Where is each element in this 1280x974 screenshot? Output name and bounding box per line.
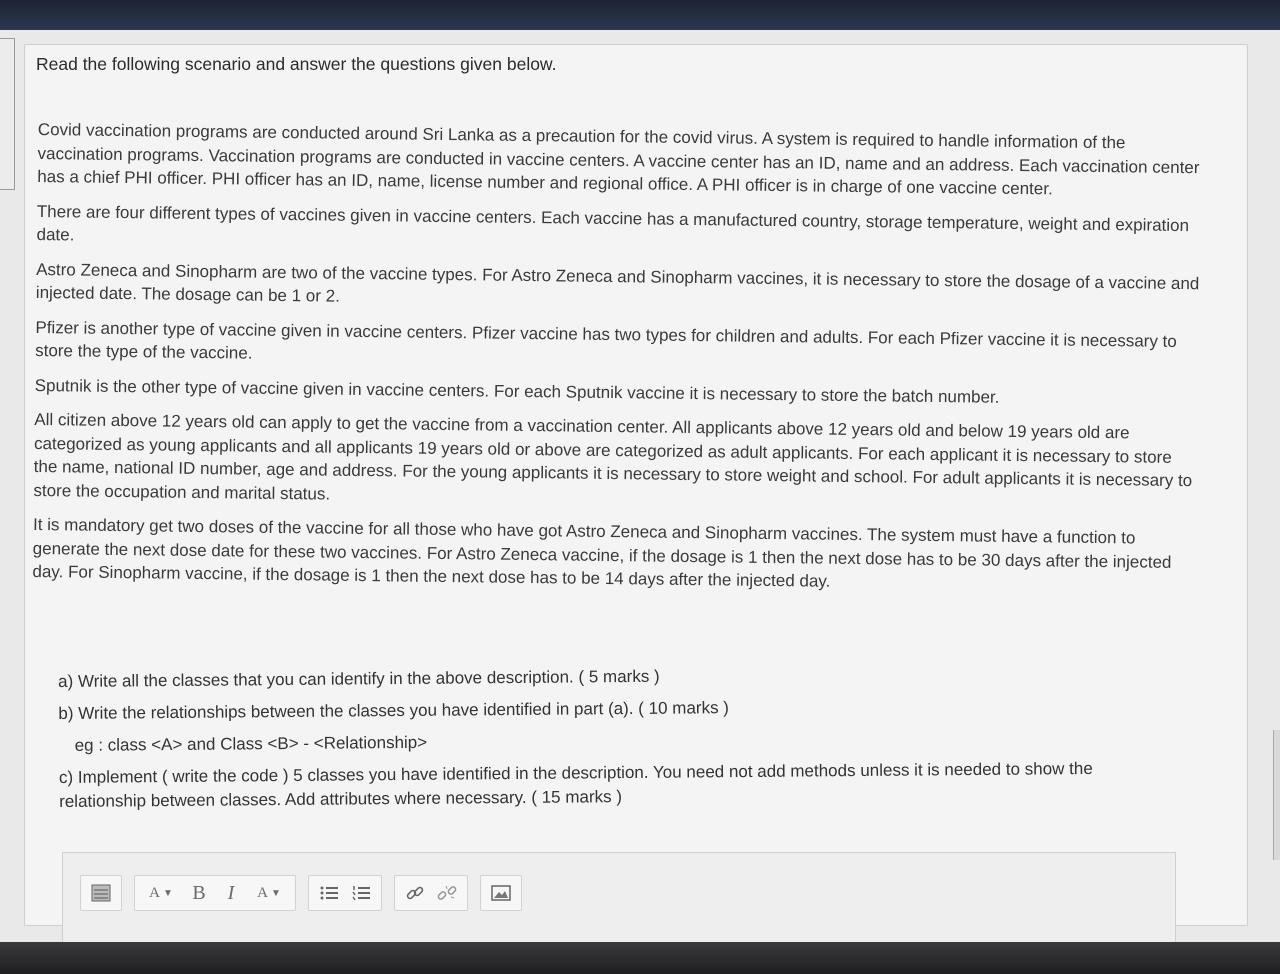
scenario-paragraph: Astro Zeneca and Sinopharm are two of th… <box>35 259 1200 306</box>
scenario-paragraph: Sputnik is the other type of vaccine giv… <box>34 375 1000 407</box>
toolbar-group-format: A ▼ B I A ▼ <box>134 875 296 911</box>
question-b: b) Write the relationships between the c… <box>58 698 729 723</box>
questions-list: a) Write all the classes that you can id… <box>58 660 1169 822</box>
scenario-paragraph: All citizen above 12 years old can apply… <box>33 409 1193 504</box>
numbered-list-icon[interactable] <box>345 879 377 907</box>
scenario-paragraph: Pfizer is another type of vaccine given … <box>35 317 1177 363</box>
font-size-icon[interactable]: A ▼ <box>139 879 183 907</box>
scenario-paragraph: Covid vaccination programs are conducted… <box>37 119 1200 199</box>
toolbar-group-lists <box>308 875 382 911</box>
toolbar-group-links <box>394 875 468 911</box>
question-c: c) Implement ( write the code ) 5 classe… <box>58 758 1093 811</box>
unlink-icon[interactable] <box>431 879 463 907</box>
toolbar-group-media <box>480 875 522 911</box>
font-color-icon[interactable]: A ▼ <box>247 879 291 907</box>
image-icon[interactable] <box>485 879 517 907</box>
italic-icon[interactable]: I <box>215 879 247 907</box>
bold-label: B <box>192 881 206 904</box>
chevron-down-icon: ▼ <box>162 887 173 899</box>
link-icon[interactable] <box>399 879 431 907</box>
left-side-frame <box>0 38 15 190</box>
scenario-paragraph: It is mandatory get two doses of the vac… <box>32 514 1172 591</box>
font-color-label: A <box>257 884 268 901</box>
show-more-icon[interactable] <box>85 879 117 907</box>
right-edge-panel <box>1273 730 1280 860</box>
bullet-list-icon[interactable] <box>313 879 345 907</box>
editor-toolbar: A ▼ B I A ▼ <box>80 873 522 913</box>
scenario-text: Covid vaccination programs are conducted… <box>32 118 1203 609</box>
relationship-example: eg : class <A> and Class <B> - <Relation… <box>74 732 428 755</box>
bold-icon[interactable]: B <box>183 879 215 907</box>
italic-label: I <box>227 881 235 904</box>
scenario-paragraph: There are four different types of vaccin… <box>36 201 1190 245</box>
chevron-down-icon: ▼ <box>270 887 281 899</box>
scenario-heading: Read the following scenario and answer t… <box>36 54 557 74</box>
screen-bezel <box>0 942 1280 974</box>
font-size-label: A <box>149 884 160 901</box>
toolbar-group-toggle <box>80 875 122 911</box>
